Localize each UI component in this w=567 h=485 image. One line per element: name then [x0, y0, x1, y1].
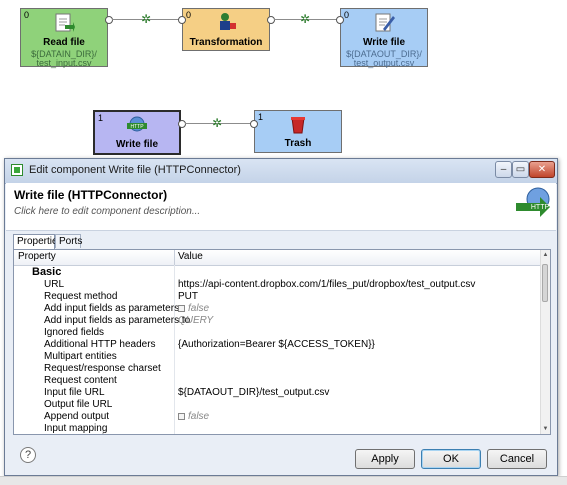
property-value[interactable]: QUERY [178, 315, 213, 327]
table-row[interactable]: URL https://api-content.dropbox.com/1/fi… [14, 279, 542, 291]
node-write-file-http[interactable]: 1 HTTP Write file [93, 110, 181, 155]
property-name: Add input fields as parameters [44, 303, 180, 314]
column-separator[interactable] [174, 250, 175, 265]
trash-icon [288, 115, 308, 138]
cancel-button[interactable]: Cancel [487, 449, 547, 469]
ok-button[interactable]: OK [421, 449, 481, 469]
component-description[interactable]: Click here to edit component description… [14, 206, 200, 217]
node-read-file[interactable]: 0 Read file ${DATAIN_DIR}/ test_input.cs… [20, 8, 108, 68]
table-row[interactable]: Add input fields as parameters false [14, 303, 542, 315]
node-number: 1 [258, 112, 264, 122]
scroll-thumb[interactable] [542, 264, 548, 302]
property-name: URL [44, 279, 65, 290]
http-connector-icon: HTTP [514, 185, 552, 228]
table-row[interactable]: Ignored fields [14, 327, 542, 339]
property-name: Additional HTTP headers [44, 339, 156, 350]
property-name: Output mapping [44, 433, 115, 434]
window-title: Edit component Write file (HTTPConnector… [29, 164, 241, 176]
node-title: Read file [43, 37, 85, 48]
scroll-up-arrow-icon[interactable]: ▲ [541, 250, 550, 260]
checkbox[interactable] [178, 413, 185, 420]
column-header-property[interactable]: Property [18, 251, 56, 262]
checkbox[interactable] [178, 305, 185, 312]
node-trash[interactable]: 1 Trash [254, 110, 342, 153]
node-subtitle: test_output.csv [353, 58, 415, 68]
table-row[interactable]: Output file URL [14, 399, 542, 411]
component-title: Write file (HTTPConnector) [14, 188, 168, 202]
property-name: Add input fields as parameters to [44, 315, 191, 326]
tab-ports[interactable]: Ports [55, 234, 82, 248]
app-icon [11, 164, 23, 176]
apply-button[interactable]: Apply [355, 449, 415, 469]
checkbox-label: false [188, 303, 210, 314]
table-row[interactable]: Multipart entities [14, 351, 542, 363]
property-name: Append output [44, 411, 110, 422]
output-port[interactable] [178, 120, 186, 128]
output-port[interactable] [267, 16, 275, 24]
transformation-icon [214, 12, 238, 35]
section-label: Basic [32, 266, 62, 278]
property-name: Request/response charset [44, 363, 161, 374]
section-row[interactable]: Basic [14, 266, 542, 278]
input-port[interactable] [250, 120, 258, 128]
column-header-value[interactable]: Value [178, 251, 203, 262]
property-value[interactable]: https://api-content.dropbox.com/1/files_… [178, 279, 475, 291]
dialog-header: Write file (HTTPConnector) Click here to… [6, 183, 556, 231]
node-title: Write file [115, 139, 159, 150]
property-name: Ignored fields [44, 327, 105, 338]
edge-link-icon: ✲ [212, 116, 223, 130]
edge-link-icon: ✲ [141, 12, 152, 26]
property-value[interactable]: PUT [178, 291, 198, 303]
http-icon: HTTP [125, 116, 149, 139]
edit-component-dialog: Edit component Write file (HTTPConnector… [4, 158, 558, 476]
property-value[interactable]: {Authorization=Bearer ${ACCESS_TOKEN}} [178, 339, 375, 351]
node-write-file[interactable]: 0 Write file ${DATAOUT_DIR}/ test_output… [340, 8, 428, 68]
property-value[interactable]: false [178, 411, 209, 423]
property-name: Request content [44, 375, 117, 386]
vertical-scrollbar[interactable]: ▲ ▼ [540, 250, 550, 434]
dialog-titlebar[interactable]: Edit component Write file (HTTPConnector… [5, 159, 557, 184]
node-subtitle: test_input.csv [36, 58, 92, 68]
property-name: Output file URL [44, 399, 113, 410]
tab-properties[interactable]: Properties [13, 234, 63, 250]
checkbox-label: false [188, 411, 210, 422]
grid-header: Property Value [14, 250, 542, 266]
node-title: Trash [284, 138, 312, 149]
node-number: 0 [24, 10, 30, 20]
property-name: Request method [44, 291, 118, 302]
close-button[interactable]: ✕ [529, 161, 555, 178]
node-number: 1 [98, 113, 104, 123]
dialog-footer: ? Apply OK Cancel [6, 439, 556, 475]
scroll-down-arrow-icon[interactable]: ▼ [541, 424, 550, 434]
node-number: 0 [186, 10, 192, 20]
table-row[interactable]: Request method PUT [14, 291, 542, 303]
table-row[interactable]: Request/response charset [14, 363, 542, 375]
svg-text:HTTP: HTTP [531, 204, 550, 211]
node-title: Transformation [189, 37, 263, 48]
table-row[interactable]: Add input fields as parameters to QUERY [14, 315, 542, 327]
node-transformation[interactable]: 0 Transformation [182, 8, 270, 51]
property-name: Input file URL [44, 387, 105, 398]
write-file-icon [373, 13, 395, 36]
output-port[interactable] [105, 16, 113, 24]
property-name: Multipart entities [44, 351, 117, 362]
property-grid: Property Value Basic URL https://api-con… [13, 249, 551, 435]
table-row[interactable]: Input file URL ${DATAOUT_DIR}/test_outpu… [14, 387, 542, 399]
table-row[interactable]: Additional HTTP headers {Authorization=B… [14, 339, 542, 351]
svg-text:HTTP: HTTP [130, 124, 144, 130]
help-button[interactable]: ? [20, 447, 36, 463]
property-value[interactable]: false [178, 303, 209, 315]
node-title: Write file [362, 37, 406, 48]
table-row[interactable]: Output mapping [14, 433, 542, 434]
property-value[interactable]: ${DATAOUT_DIR}/test_output.csv [178, 387, 329, 399]
edge-link-icon: ✲ [300, 12, 311, 26]
node-number: 0 [344, 10, 350, 20]
input-port[interactable] [178, 16, 186, 24]
minimize-button[interactable]: – [495, 161, 512, 178]
input-port[interactable] [336, 16, 344, 24]
table-row[interactable]: Append output false [14, 411, 542, 423]
read-file-icon [53, 13, 75, 36]
maximize-button[interactable]: ▭ [512, 161, 529, 178]
table-row[interactable]: Request content [14, 375, 542, 387]
